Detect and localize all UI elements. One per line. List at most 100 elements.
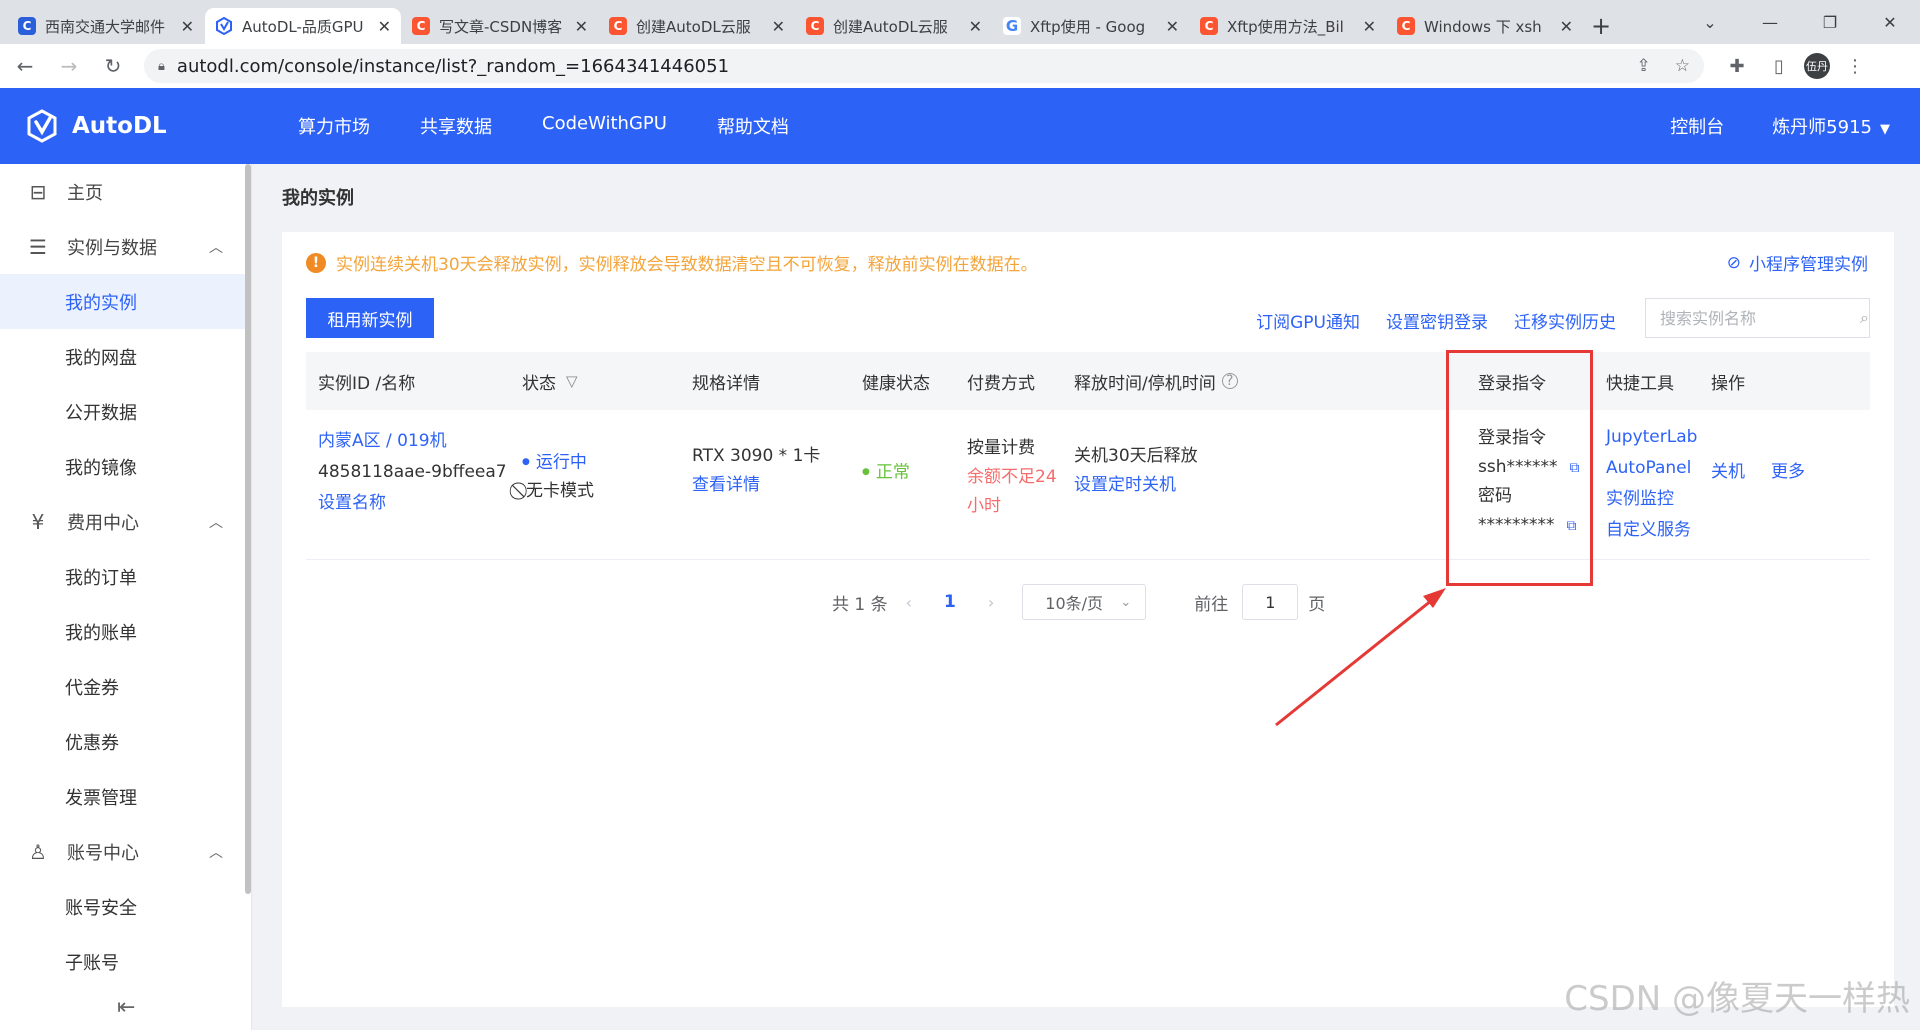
filter-icon[interactable]: ▽: [566, 372, 578, 390]
close-tab-icon[interactable]: ✕: [181, 17, 194, 36]
autodl-logo-icon: [27, 109, 57, 143]
jupyterlab-link[interactable]: JupyterLab: [1606, 422, 1697, 453]
close-tab-icon[interactable]: ✕: [378, 17, 391, 36]
set-timer-shutdown-link[interactable]: 设置定时关机: [1074, 471, 1198, 500]
browser-tab[interactable]: C 西南交通大学邮件 ✕: [8, 8, 204, 44]
side-panel-icon[interactable]: ▯: [1762, 49, 1796, 83]
sidebar-item-sub-accounts[interactable]: 子账号: [0, 934, 251, 989]
address-bar[interactable]: 🔒︎ autodl.com/console/instance/list?_ran…: [144, 49, 1704, 83]
sidebar-item-coupons[interactable]: 优惠券: [0, 714, 251, 769]
sidebar-group-account[interactable]: ♙ 账号中心 ︿: [0, 824, 251, 879]
extensions-icon[interactable]: ✚: [1720, 49, 1754, 83]
sidebar-item-public-data[interactable]: 公开数据: [0, 384, 251, 439]
autopanel-link[interactable]: AutoPanel: [1606, 453, 1697, 484]
rent-new-instance-button[interactable]: 租用新实例: [306, 298, 434, 338]
window-controls: ⌄ — ❐ ✕: [1680, 0, 1920, 44]
browser-tab[interactable]: C Windows 下 xsh ✕: [1387, 8, 1583, 44]
sidebar-item-my-images[interactable]: 我的镜像: [0, 439, 251, 494]
browser-tab[interactable]: C 创建AutoDL云服 ✕: [599, 8, 795, 44]
shutdown-button[interactable]: 关机: [1711, 458, 1745, 487]
sidebar-item-my-instances[interactable]: 我的实例: [0, 274, 251, 329]
tab-search-icon[interactable]: ⌄: [1680, 0, 1740, 44]
back-button[interactable]: ←: [6, 47, 44, 85]
set-name-link[interactable]: 设置名称: [318, 489, 507, 518]
next-page-icon[interactable]: ›: [988, 593, 994, 612]
sidebar-item-home[interactable]: ⊟ 主页: [0, 164, 251, 219]
set-key-login-link[interactable]: 设置密钥登录: [1386, 308, 1488, 333]
page-size-select[interactable]: 10条/页 ⌄: [1022, 584, 1147, 620]
bookmark-star-icon[interactable]: ☆: [1675, 56, 1690, 76]
close-window-button[interactable]: ✕: [1860, 0, 1920, 44]
close-tab-icon[interactable]: ✕: [772, 17, 785, 36]
search-icon[interactable]: ⌕: [1860, 308, 1869, 328]
layers-icon: ☰: [29, 234, 47, 259]
nav-shared-data[interactable]: 共享数据: [420, 113, 492, 139]
sidebar-item-orders[interactable]: 我的订单: [0, 549, 251, 604]
custom-service-link[interactable]: 自定义服务: [1606, 515, 1697, 546]
close-tab-icon[interactable]: ✕: [1166, 17, 1179, 36]
close-tab-icon[interactable]: ✕: [969, 17, 982, 36]
page-number[interactable]: 1: [944, 592, 956, 612]
browser-tab[interactable]: AutoDL-品质GPU ✕: [205, 8, 401, 44]
nav-help-docs[interactable]: 帮助文档: [717, 113, 789, 139]
sidebar-item-vouchers[interactable]: 代金券: [0, 659, 251, 714]
instance-monitor-link[interactable]: 实例监控: [1606, 484, 1697, 515]
browser-tab[interactable]: C 写文章-CSDN博客 ✕: [402, 8, 598, 44]
cell-billing: 按量计费 余额不足24 小时: [967, 434, 1057, 521]
help-circle-icon[interactable]: ?: [1221, 373, 1238, 389]
search-box: ⌕: [1645, 298, 1870, 338]
view-details-link[interactable]: 查看详情: [692, 471, 820, 500]
chevron-up-icon: ︿: [209, 239, 223, 256]
console-link[interactable]: 控制台: [1670, 113, 1724, 139]
browser-tab[interactable]: C Xftp使用方法_Bil ✕: [1190, 8, 1386, 44]
browser-tab-title: 创建AutoDL云服: [636, 17, 751, 36]
instance-card: ! 实例连续关机30天会释放实例，实例释放会导致数据清空且不可恢复，释放前实例在…: [282, 232, 1894, 1007]
sidebar-group-label: 费用中心: [67, 512, 139, 534]
nav-codewithgpu[interactable]: CodeWithGPU: [542, 113, 667, 139]
goto-page-input[interactable]: [1242, 584, 1299, 620]
gpu-spec: RTX 3090 * 1卡: [692, 446, 821, 466]
browser-tab[interactable]: G Xftp使用 - Goog ✕: [993, 8, 1189, 44]
close-tab-icon[interactable]: ✕: [1560, 17, 1573, 36]
search-input[interactable]: [1660, 308, 1860, 328]
reload-button[interactable]: ↻: [94, 47, 132, 85]
billing-type: 按量计费: [967, 438, 1035, 458]
logo-text: AutoDL: [72, 113, 167, 139]
user-menu[interactable]: 炼丹师5915 ▼: [1772, 113, 1890, 139]
close-tab-icon[interactable]: ✕: [575, 17, 588, 36]
google-favicon-icon: G: [1003, 17, 1021, 35]
mini-program-link[interactable]: ⊘ 小程序管理实例: [1726, 250, 1868, 276]
mini-program-icon: ⊘: [1726, 252, 1741, 273]
logo[interactable]: AutoDL: [24, 108, 274, 144]
new-tab-button[interactable]: +: [1584, 8, 1618, 44]
close-tab-icon[interactable]: ✕: [1363, 17, 1376, 36]
prev-page-icon[interactable]: ‹: [906, 593, 912, 612]
sidebar-group-billing[interactable]: ¥ 费用中心 ︿: [0, 494, 251, 549]
autodl-favicon-icon: [215, 17, 233, 35]
share-icon[interactable]: ⇪: [1637, 56, 1651, 76]
more-button[interactable]: 更多: [1771, 458, 1805, 487]
subscribe-gpu-link[interactable]: 订阅GPU通知: [1256, 308, 1360, 333]
sidebar-item-account-security[interactable]: 账号安全: [0, 879, 251, 934]
sidebar-item-my-disk[interactable]: 我的网盘: [0, 329, 251, 384]
browser-menu-icon[interactable]: ⋮: [1838, 49, 1872, 83]
profile-avatar[interactable]: 伍丹: [1804, 53, 1830, 79]
minimize-button[interactable]: —: [1740, 0, 1800, 44]
release-info: 关机30天后释放: [1074, 446, 1198, 466]
restore-button[interactable]: ❐: [1800, 0, 1860, 44]
browser-tab[interactable]: C 创建AutoDL云服 ✕: [796, 8, 992, 44]
region-link[interactable]: 内蒙A区 / 019机: [318, 427, 507, 456]
monitor-icon: ⊟: [29, 179, 47, 204]
col-header-billing: 付费方式: [967, 373, 1035, 394]
nav-compute-market[interactable]: 算力市场: [298, 113, 370, 139]
collapse-sidebar-icon[interactable]: ⇤: [117, 995, 135, 1020]
pagination-total: 共 1 条: [832, 594, 888, 615]
forward-button[interactable]: →: [50, 47, 88, 85]
sidebar-scrollbar[interactable]: [245, 164, 251, 894]
caret-down-icon: ▼: [1880, 122, 1890, 137]
sidebar-item-invoices[interactable]: 发票管理: [0, 769, 251, 824]
migration-history-link[interactable]: 迁移实例历史: [1514, 308, 1616, 333]
sidebar-group-instances[interactable]: ☰ 实例与数据 ︿: [0, 219, 251, 274]
csdn-favicon-icon: C: [1397, 17, 1415, 35]
sidebar-item-bills[interactable]: 我的账单: [0, 604, 251, 659]
